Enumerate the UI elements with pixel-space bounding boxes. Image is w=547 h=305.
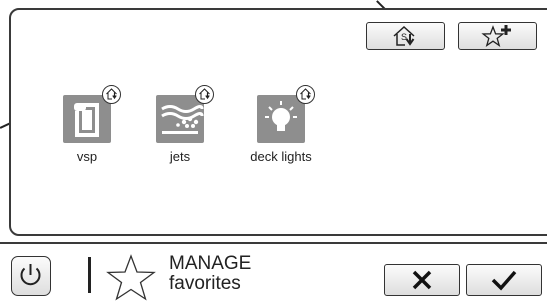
power-button[interactable] xyxy=(11,256,51,296)
add-favorite-button[interactable] xyxy=(458,22,537,50)
device-label: vsp xyxy=(76,149,98,164)
home-schedule-icon: S xyxy=(392,25,415,46)
manage-title: MANAGE xyxy=(169,253,252,274)
pump-icon xyxy=(74,103,99,137)
device-deck-lights[interactable]: deck lights xyxy=(244,85,318,164)
jets-icon xyxy=(161,105,204,134)
star-plus-icon xyxy=(480,25,511,47)
home-schedule-button[interactable]: S xyxy=(366,22,445,50)
tile-deck-lights xyxy=(257,85,315,143)
manage-subtitle: favorites xyxy=(169,273,241,294)
device-vsp[interactable]: vsp xyxy=(50,85,124,164)
close-icon xyxy=(412,270,432,290)
schedule-badge xyxy=(102,85,121,104)
manage-favorites-label: MANAGE favorites xyxy=(169,254,251,294)
light-bulb-icon xyxy=(265,101,297,131)
device-jets[interactable]: jets xyxy=(143,85,217,164)
tile-vsp xyxy=(63,85,121,143)
svg-text:S: S xyxy=(401,32,407,42)
check-icon xyxy=(491,270,517,291)
star-icon xyxy=(106,254,156,301)
device-label: jets xyxy=(169,149,191,164)
schedule-badge xyxy=(195,85,214,104)
cancel-button[interactable] xyxy=(384,264,460,296)
power-icon xyxy=(20,264,41,286)
confirm-button[interactable] xyxy=(466,264,542,296)
divider xyxy=(88,257,91,293)
device-label: deck lights xyxy=(250,149,312,164)
bottom-bar xyxy=(0,242,547,305)
schedule-badge xyxy=(296,85,315,104)
tile-jets xyxy=(156,85,214,143)
